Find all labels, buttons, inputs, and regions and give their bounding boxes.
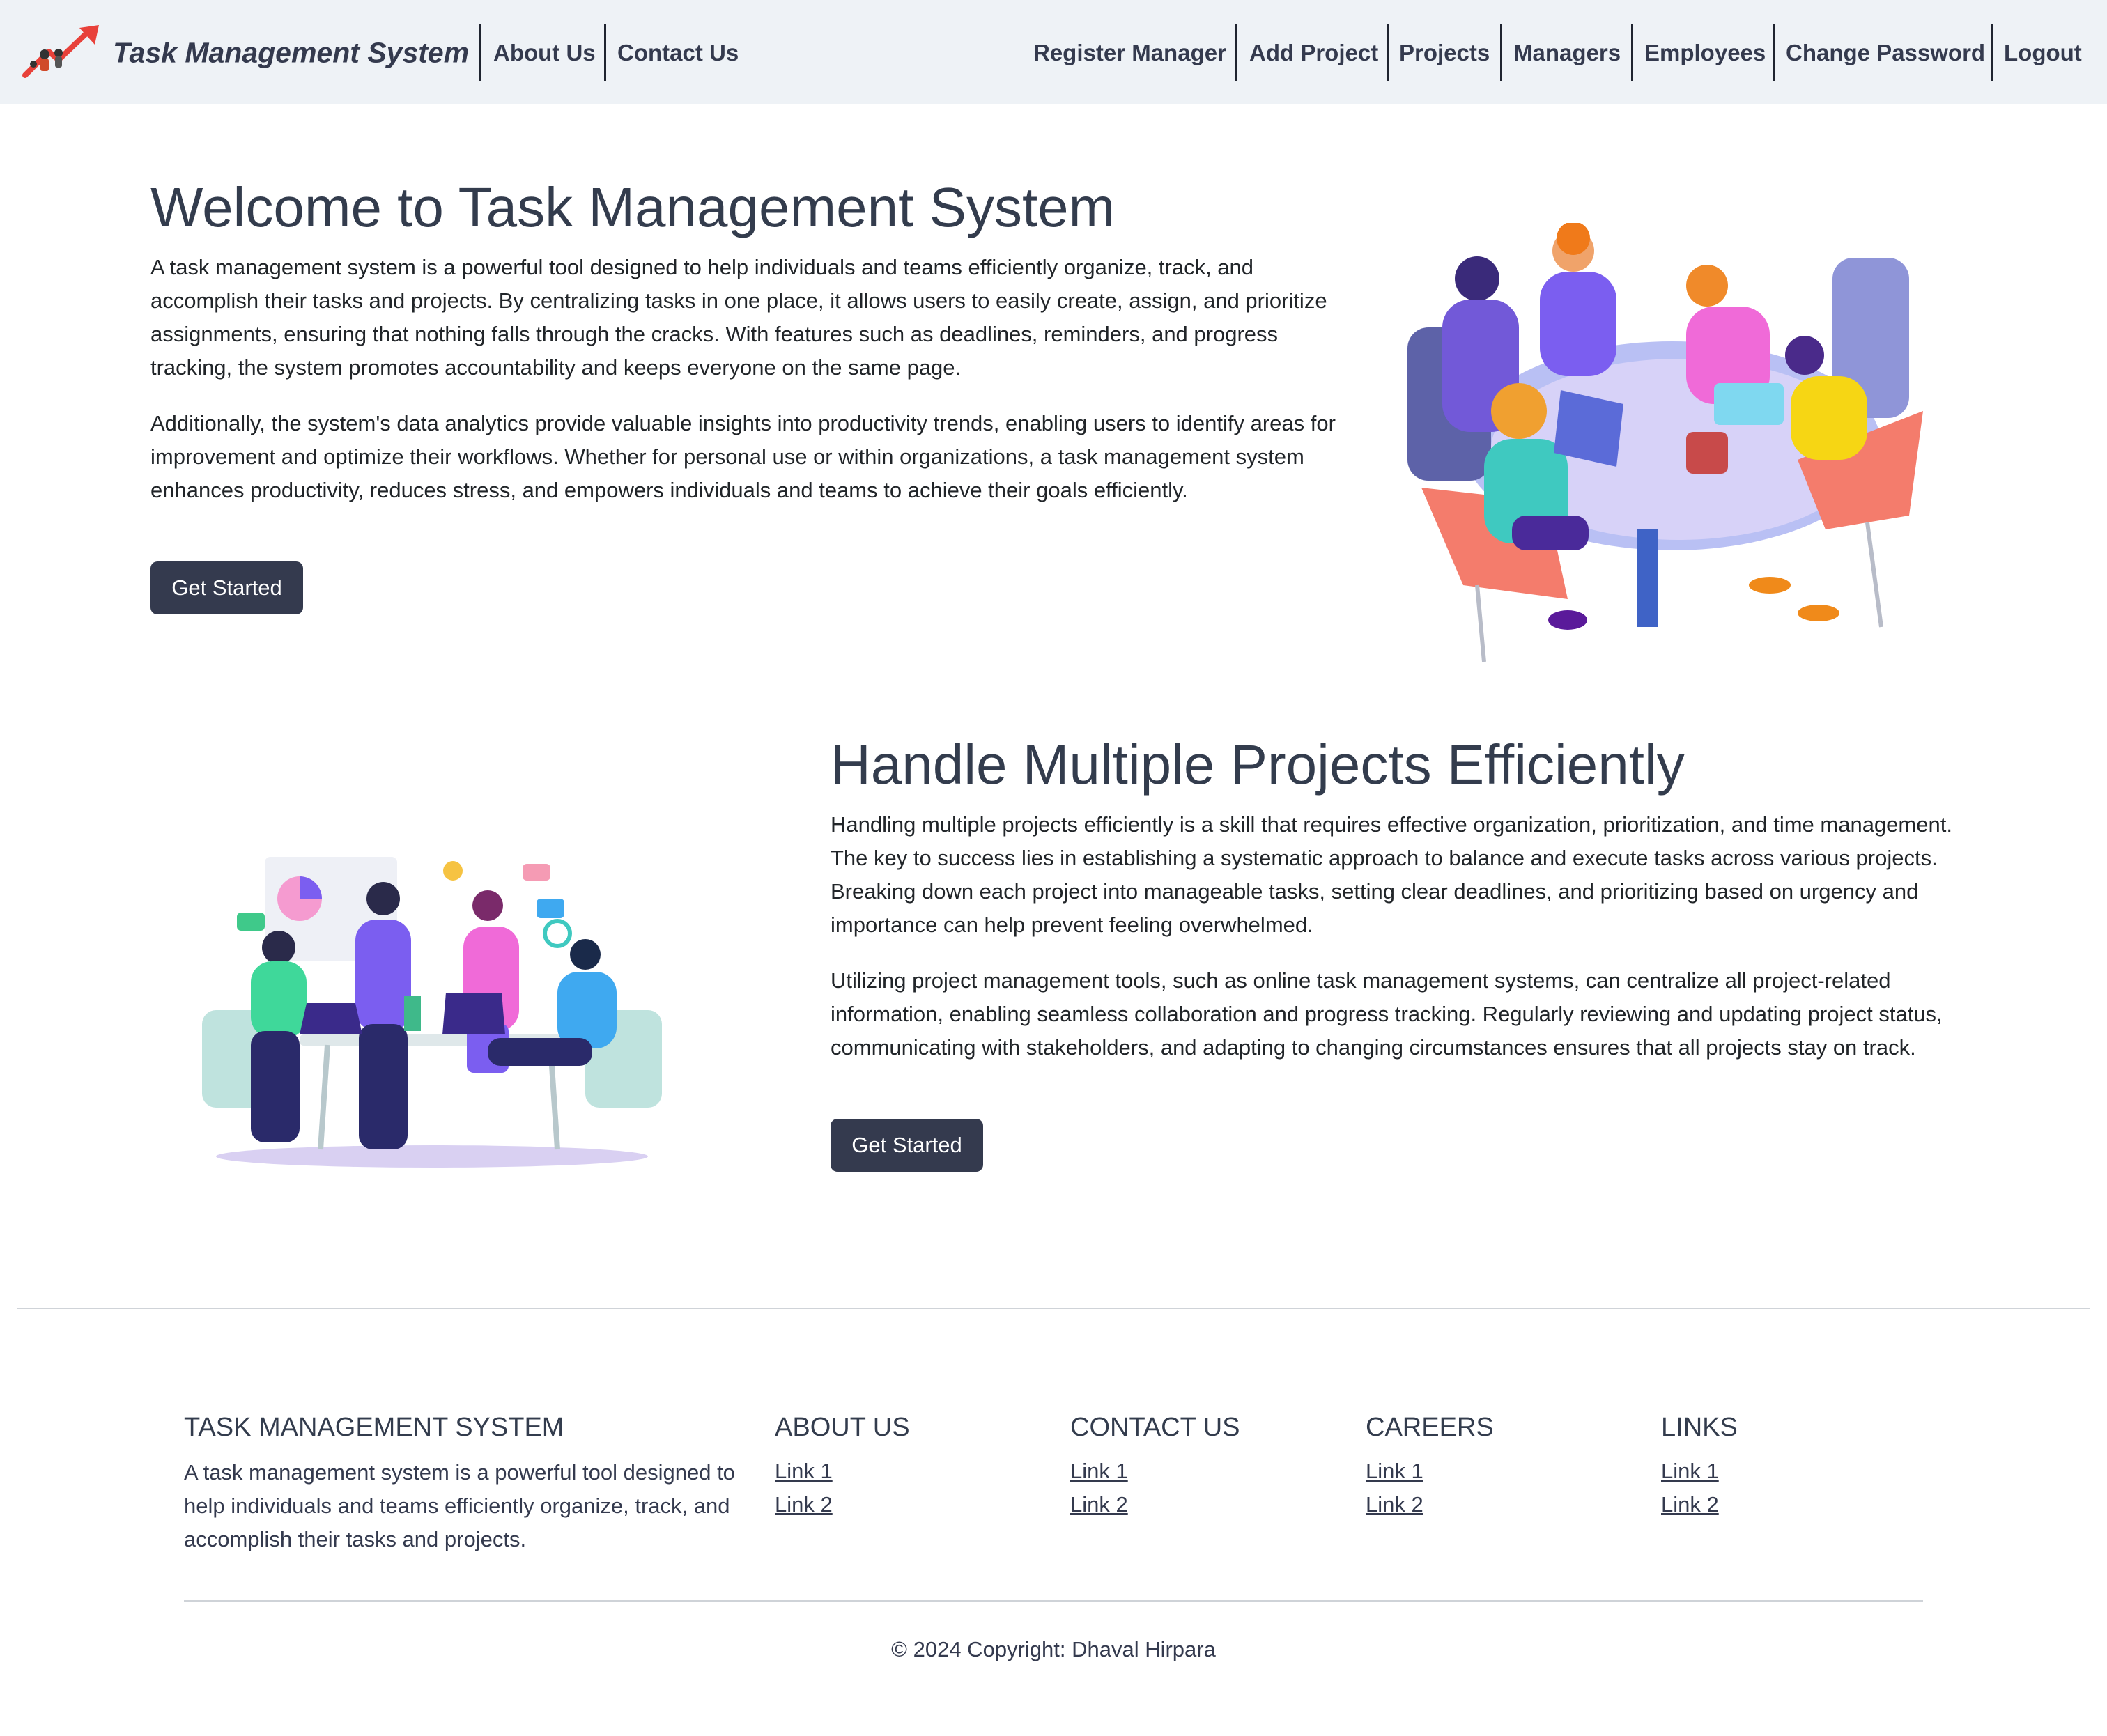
team-collaboration-illustration xyxy=(202,857,662,1168)
footer-heading-about-us: ABOUT US xyxy=(775,1413,910,1442)
footer-link[interactable]: Link 1 xyxy=(1366,1459,1423,1484)
nav-divider xyxy=(479,24,481,81)
footer-bottom-divider xyxy=(184,1600,1923,1602)
footer-heading-links: LINKS xyxy=(1661,1413,1738,1442)
nav-divider xyxy=(1631,24,1633,81)
nav-change-password[interactable]: Change Password xyxy=(1786,40,1985,66)
nav-divider xyxy=(604,24,606,81)
nav-projects[interactable]: Projects xyxy=(1399,40,1490,66)
nav-divider xyxy=(1387,24,1389,81)
footer-link[interactable]: Link 1 xyxy=(775,1459,833,1484)
nav-divider xyxy=(1991,24,1993,81)
rising-arrow-logo-icon xyxy=(22,25,99,78)
footer-link[interactable]: Link 2 xyxy=(775,1492,833,1517)
brand-logo-link[interactable] xyxy=(21,24,102,81)
brand-name[interactable]: Task Management System xyxy=(113,37,469,70)
nav-managers[interactable]: Managers xyxy=(1513,40,1621,66)
footer-about-heading: TASK MANAGEMENT SYSTEM xyxy=(184,1413,564,1442)
section-paragraph-2: Utilizing project management tools, such… xyxy=(831,968,1943,1060)
footer-link[interactable]: Link 2 xyxy=(1366,1492,1423,1517)
hero-paragraph-2: Additionally, the system's data analytic… xyxy=(150,411,1336,502)
copyright-text: © 2024 Copyright: Dhaval Hirpara xyxy=(891,1637,1216,1661)
hero-title: Welcome to Task Management System xyxy=(150,176,1116,238)
section-get-started-button[interactable]: Get Started xyxy=(831,1119,983,1172)
nav-about-us[interactable]: About Us xyxy=(493,40,596,66)
section-paragraph-1: Handling multiple projects efficiently i… xyxy=(831,812,1952,937)
footer-link[interactable]: Link 2 xyxy=(1070,1492,1128,1517)
footer-about-text: A task management system is a powerful t… xyxy=(184,1460,735,1551)
nav-employees[interactable]: Employees xyxy=(1644,40,1766,66)
navbar: Task Management System About Us Contact … xyxy=(0,0,2107,104)
hero-paragraph-1: A task management system is a powerful t… xyxy=(150,255,1327,380)
footer-heading-contact-us: CONTACT US xyxy=(1070,1413,1240,1442)
footer-link[interactable]: Link 1 xyxy=(1661,1459,1719,1484)
footer-link[interactable]: Link 2 xyxy=(1661,1492,1719,1517)
team-meeting-illustration xyxy=(1407,223,1923,662)
nav-add-project[interactable]: Add Project xyxy=(1249,40,1378,66)
footer-heading-careers: CAREERS xyxy=(1366,1413,1494,1442)
nav-register-manager[interactable]: Register Manager xyxy=(1033,40,1226,66)
nav-divider xyxy=(1500,24,1502,81)
footer-divider xyxy=(17,1308,2090,1309)
nav-contact-us[interactable]: Contact Us xyxy=(617,40,739,66)
nav-logout[interactable]: Logout xyxy=(2004,40,2082,66)
footer-link[interactable]: Link 1 xyxy=(1070,1459,1128,1484)
nav-divider xyxy=(1773,24,1775,81)
hero-get-started-button[interactable]: Get Started xyxy=(150,561,303,614)
section-title: Handle Multiple Projects Efficiently xyxy=(831,734,1685,796)
nav-divider xyxy=(1235,24,1237,81)
